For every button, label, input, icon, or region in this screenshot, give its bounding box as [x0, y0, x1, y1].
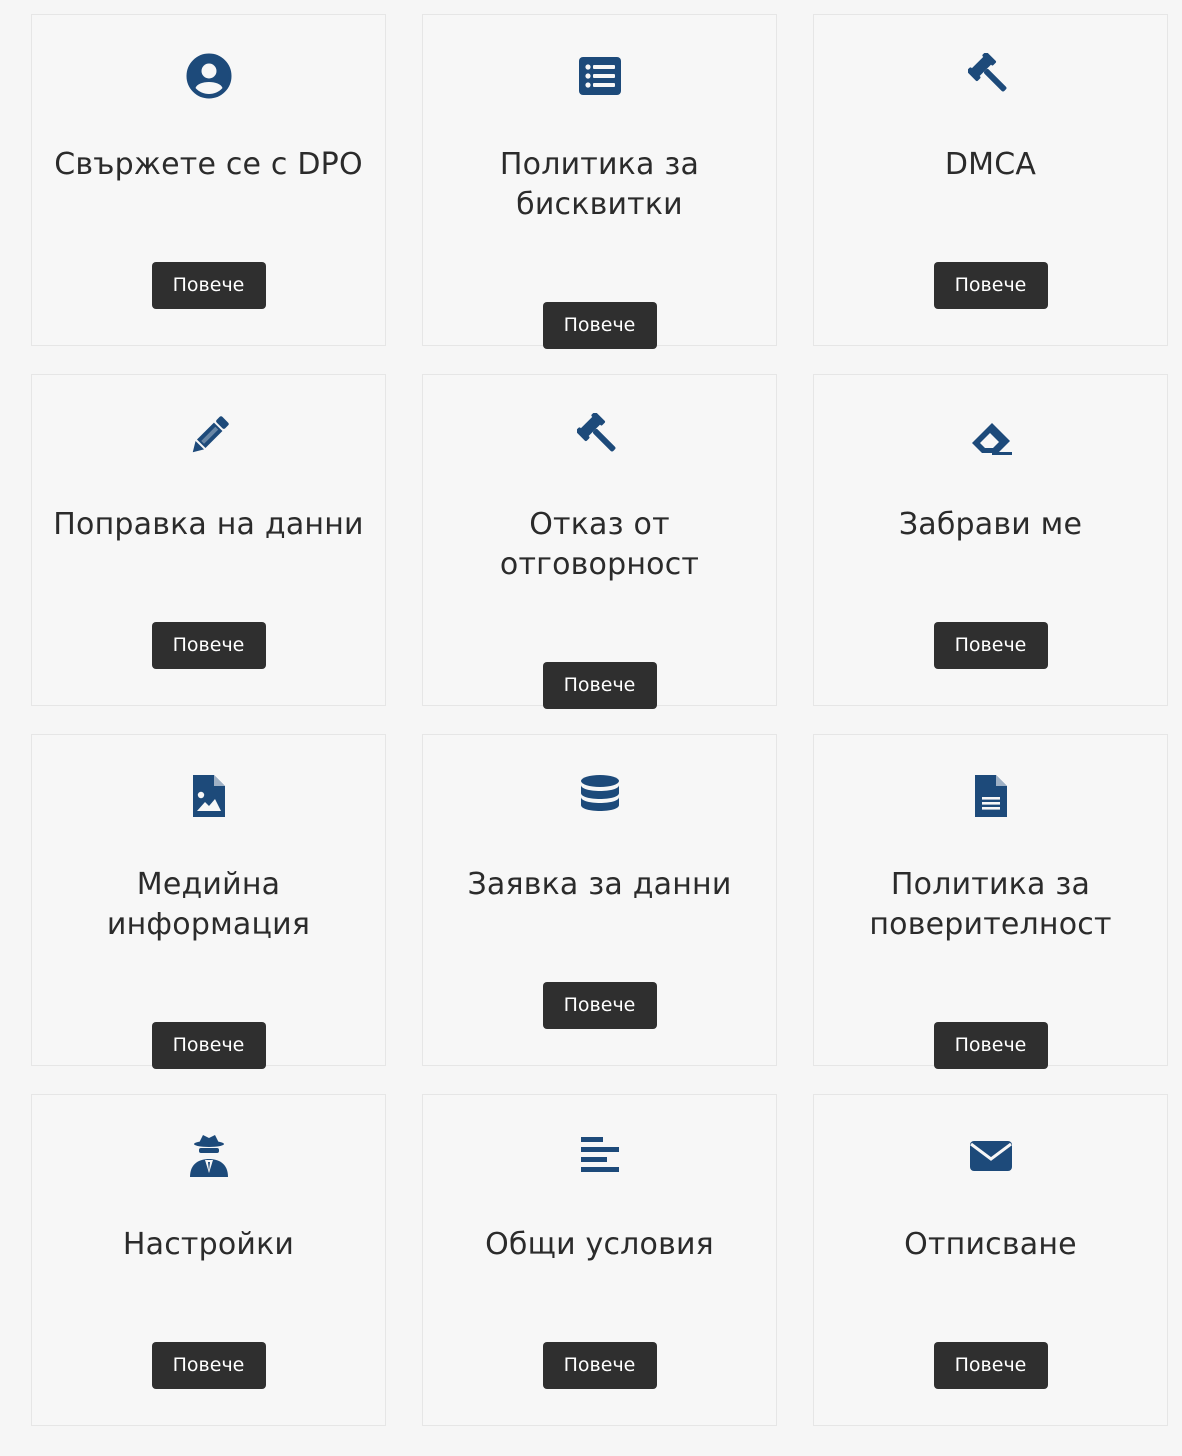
file-image-icon — [186, 773, 232, 819]
card-media-information: Медийна информация Повече — [31, 734, 386, 1069]
gavel-icon — [967, 53, 1014, 99]
more-button[interactable]: Повече — [933, 1022, 1048, 1069]
database-icon — [577, 773, 623, 819]
card-disclaimer: Отказ от отговорност Повече — [422, 374, 777, 709]
more-button[interactable]: Повече — [933, 622, 1048, 669]
align-left-icon — [577, 1133, 623, 1179]
more-button[interactable]: Повече — [151, 1022, 266, 1069]
more-button[interactable]: Повече — [542, 982, 657, 1029]
more-button[interactable]: Повече — [933, 1342, 1048, 1389]
pencil-icon — [186, 413, 232, 459]
card-title: Политика за поверителност — [869, 867, 1112, 942]
card-data-correction: Поправка на данни Повече — [31, 374, 386, 706]
card-cookie-policy: Политика за бисквитки Повече — [422, 14, 777, 349]
card-dmca: DMCA Повече — [813, 14, 1168, 346]
more-button[interactable]: Повече — [542, 662, 657, 709]
card-title: Отказ от отговорност — [499, 507, 700, 582]
card-privacy-policy: Политика за поверителност Повече — [813, 734, 1168, 1069]
card-title: Отписване — [904, 1227, 1077, 1262]
card-settings: Настройки Повече — [31, 1094, 386, 1426]
card-title: Политика за бисквитки — [499, 147, 700, 222]
card-terms-conditions: Общи условия Повече — [422, 1094, 777, 1426]
more-button[interactable]: Повече — [151, 262, 266, 309]
card-data-request: Заявка за данни Повече — [422, 734, 777, 1066]
card-title: Медийна информация — [106, 867, 311, 942]
card-title: Свържете се с DPO — [54, 147, 363, 182]
list-alt-icon — [577, 53, 623, 99]
card-title: Общи условия — [485, 1227, 714, 1262]
more-button[interactable]: Повече — [933, 262, 1048, 309]
card-title: DMCA — [944, 147, 1037, 182]
card-title: Поправка на данни — [53, 507, 364, 542]
more-button[interactable]: Повече — [542, 1342, 657, 1389]
card-forget-me: Забрави ме Повече — [813, 374, 1168, 706]
more-button[interactable]: Повече — [151, 1342, 266, 1389]
eraser-icon — [968, 413, 1014, 459]
gavel-icon — [576, 413, 623, 459]
envelope-icon — [968, 1133, 1014, 1179]
policy-cards-grid: Свържете се с DPO Повече Политика за бис… — [0, 0, 1182, 1456]
file-text-icon — [968, 773, 1014, 819]
card-title: Настройки — [122, 1227, 295, 1262]
card-title: Заявка за данни — [467, 867, 732, 902]
more-button[interactable]: Повече — [542, 302, 657, 349]
card-title: Забрави ме — [898, 507, 1083, 542]
user-secret-icon — [186, 1133, 232, 1179]
card-unsubscribe: Отписване Повече — [813, 1094, 1168, 1426]
user-circle-icon — [186, 53, 232, 99]
card-contact-dpo: Свържете се с DPO Повече — [31, 14, 386, 346]
more-button[interactable]: Повече — [151, 622, 266, 669]
